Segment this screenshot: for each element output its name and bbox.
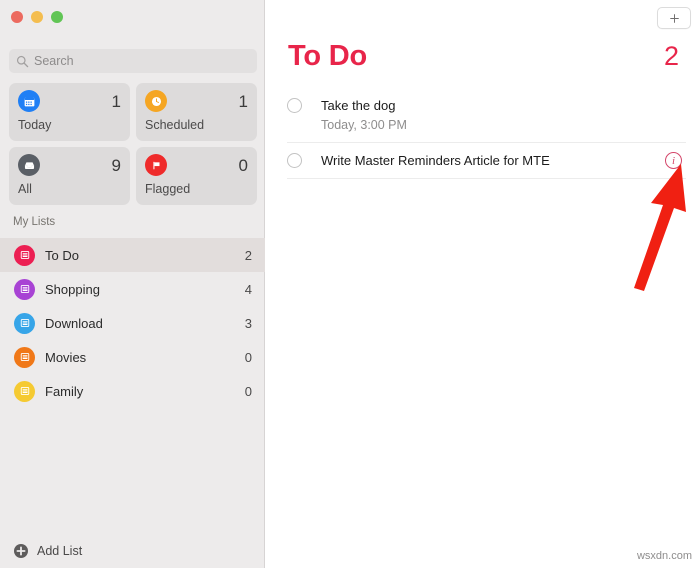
sidebar-list-label: To Do: [45, 247, 79, 263]
smart-card-today-count: 1: [111, 91, 121, 111]
smart-card-today[interactable]: 1 Today: [9, 83, 130, 141]
smart-card-all[interactable]: 9 All: [9, 147, 130, 205]
sidebar-list-count: 0: [244, 349, 252, 365]
sidebar-list-family[interactable]: Family 0: [0, 374, 265, 408]
sidebar-list-to-do[interactable]: To Do 2: [0, 238, 265, 272]
sidebar-list-label: Download: [45, 315, 103, 331]
sidebar-list-count: 3: [244, 315, 252, 331]
close-window-button[interactable]: [11, 11, 23, 23]
reminder-row[interactable]: Write Master Reminders Article for MTE i: [287, 143, 686, 179]
sidebar-list-download[interactable]: Download 3: [0, 306, 265, 340]
list-bullet-icon: [14, 346, 35, 368]
sidebar-list-movies[interactable]: Movies 0: [0, 340, 265, 374]
sidebar-list-count: 4: [244, 281, 252, 297]
add-reminder-button[interactable]: [657, 7, 691, 29]
sidebar-list-label: Family: [45, 383, 84, 399]
reminder-checkbox[interactable]: [287, 152, 302, 168]
sidebar-list-count: 2: [244, 247, 252, 263]
sidebar-list-shopping[interactable]: Shopping 4: [0, 272, 265, 306]
add-list-button[interactable]: Add List: [13, 543, 82, 559]
page-title: To Do: [288, 40, 367, 72]
search-icon: [16, 55, 29, 67]
my-lists: To Do 2 Shopping 4 Download 3 Movies 0 F…: [0, 238, 265, 408]
smart-card-today-top: 1: [18, 90, 121, 112]
smart-card-scheduled-count: 1: [238, 91, 248, 111]
reminder-content: Take the dog Today, 3:00 PM: [321, 97, 686, 134]
info-button[interactable]: i: [665, 152, 682, 170]
list-bullet-icon: [14, 312, 35, 334]
smart-card-flagged-count: 0: [238, 155, 248, 175]
smart-lists-grid: 1 Today 1 Scheduled 9 All 0 Flagged: [9, 83, 257, 205]
add-list-label: Add List: [37, 544, 83, 558]
plus-circle-icon: [14, 544, 28, 558]
plus-icon: [669, 13, 679, 23]
window-traffic-lights: [11, 11, 63, 23]
list-bullet-icon: [14, 380, 35, 402]
smart-card-flagged-top: 0: [145, 154, 248, 176]
reminder-checkbox[interactable]: [287, 98, 302, 113]
main-content: To Do 2 Take the dog Today, 3:00 PM Writ…: [265, 0, 700, 568]
calendar-icon: [18, 90, 40, 112]
my-lists-section-header: My Lists: [13, 216, 56, 228]
flag-icon: [145, 154, 167, 176]
inbox-icon: [18, 154, 40, 176]
list-header: To Do 2: [288, 40, 679, 73]
sidebar-list-label: Movies: [45, 349, 87, 365]
reminder-content: Write Master Reminders Article for MTE: [321, 152, 665, 170]
search-input[interactable]: [34, 54, 250, 68]
smart-card-scheduled-top: 1: [145, 90, 248, 112]
reminder-title: Take the dog: [321, 98, 396, 113]
maximize-window-button[interactable]: [51, 11, 63, 23]
smart-card-flagged[interactable]: 0 Flagged: [136, 147, 257, 205]
list-bullet-icon: [14, 278, 35, 300]
smart-card-all-label: All: [18, 182, 32, 196]
minimize-window-button[interactable]: [31, 11, 43, 23]
reminders-list: Take the dog Today, 3:00 PM Write Master…: [287, 88, 686, 179]
sidebar-list-count: 0: [244, 383, 252, 399]
smart-card-all-top: 9: [18, 154, 121, 176]
smart-card-flagged-label: Flagged: [145, 182, 191, 196]
reminder-title: Write Master Reminders Article for MTE: [321, 152, 550, 168]
reminder-row[interactable]: Take the dog Today, 3:00 PM: [287, 88, 686, 143]
reminders-app-window: 1 Today 1 Scheduled: [0, 0, 700, 568]
sidebar-list-label: Shopping: [45, 281, 100, 297]
smart-card-all-count: 9: [111, 155, 121, 175]
smart-card-scheduled[interactable]: 1 Scheduled: [136, 83, 257, 141]
sidebar: 1 Today 1 Scheduled: [0, 0, 265, 568]
search-field[interactable]: [9, 49, 257, 73]
clock-icon: [145, 90, 167, 112]
reminder-due-date: Today, 3:00 PM: [321, 118, 407, 132]
reminder-count-badge: 2: [663, 41, 679, 71]
list-bullet-icon: [14, 244, 35, 266]
watermark: wsxdn.com: [636, 550, 692, 562]
smart-card-today-label: Today: [18, 118, 52, 132]
smart-card-scheduled-label: Scheduled: [145, 118, 205, 132]
